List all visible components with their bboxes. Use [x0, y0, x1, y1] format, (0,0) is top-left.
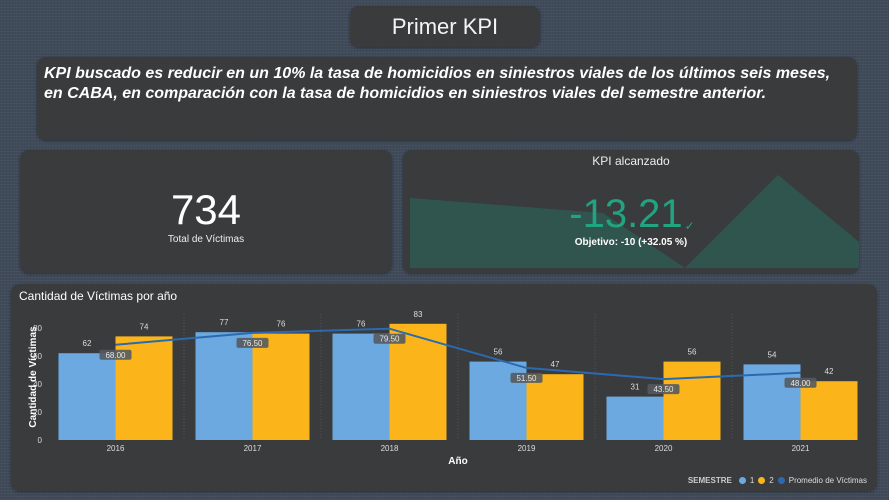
bar-series-1-2018 [332, 333, 390, 440]
bar-series-1-2016 [58, 353, 116, 440]
legend-label-series-1: 1 [749, 476, 755, 485]
y-tick-label: 60 [33, 352, 42, 361]
bar-series-2-2017 [252, 333, 310, 440]
bar-value-label: 74 [140, 322, 149, 331]
x-tick-label: 2020 [655, 444, 673, 453]
bar-series-2-2021 [800, 381, 858, 440]
bar-value-label: 54 [768, 350, 777, 359]
title-panel: Primer KPI [350, 6, 540, 47]
bar-series-2-2019 [526, 374, 584, 440]
kpi-goal: Objetivo: -10 (+32.05 %) [574, 237, 688, 248]
bar-series-2-2020 [663, 361, 721, 440]
legend-label-average-line: Promedio de Víctimas [788, 476, 867, 485]
x-axis-title: Año [448, 456, 467, 467]
description-panel: KPI buscado es reducir en un 10% la tasa… [37, 57, 857, 140]
bar-value-label: 77 [220, 318, 229, 327]
average-value-label: 68.00 [105, 351, 126, 360]
page-title: Primer KPI [391, 13, 499, 39]
bar-value-label: 83 [414, 310, 423, 319]
kpi-card[interactable]: KPI alcanzado -13.21 ✓ Objetivo: -10 (+32… [403, 150, 859, 273]
bar-value-label: 47 [551, 360, 560, 369]
average-value-label: 43.50 [653, 385, 674, 394]
x-tick-label: 2021 [792, 444, 810, 453]
bar-series-1-2020 [606, 396, 664, 440]
kpi-value-row: -13.21 ✓ [403, 192, 859, 236]
bar-series-1-2017 [195, 332, 253, 440]
kpi-value: -13.21 [569, 192, 683, 236]
kpi-title: KPI alcanzado [592, 154, 670, 168]
legend-dot-series-2 [758, 477, 766, 484]
victims-bar-chart[interactable]: Cantidad de Víctimas020406080Año62742016… [11, 284, 877, 491]
average-value-label: 48.00 [790, 379, 811, 388]
legend-title: SEMESTRE [687, 476, 732, 485]
legend-label-series-2: 2 [769, 476, 774, 485]
total-victims-value: 734 [170, 186, 242, 233]
average-value-label: 79.50 [379, 335, 400, 344]
bar-value-label: 31 [631, 383, 640, 392]
x-tick-label: 2016 [107, 444, 125, 453]
y-tick-label: 20 [33, 408, 42, 417]
bar-value-label: 56 [494, 348, 503, 357]
kpi-description: KPI buscado es reducir en un 10% la tasa… [44, 65, 831, 102]
y-tick-label: 0 [38, 436, 43, 445]
total-victims-label: Total de Víctimas [167, 234, 245, 245]
legend-dot-average-line [777, 477, 785, 484]
chart-legend: SEMESTRE 1 2 Promedio de Víctimas [688, 476, 867, 485]
y-tick-label: 40 [33, 380, 42, 389]
x-tick-label: 2017 [244, 444, 262, 453]
bar-value-label: 42 [825, 367, 834, 376]
x-tick-label: 2018 [381, 444, 399, 453]
x-tick-label: 2019 [518, 444, 536, 453]
check-icon: ✓ [684, 219, 695, 233]
bar-value-label: 76 [277, 320, 286, 329]
bar-value-label: 56 [688, 348, 697, 357]
average-value-label: 76.50 [242, 339, 263, 348]
victims-per-year-chart-card[interactable]: Cantidad de Víctimas por año Cantidad de… [11, 284, 877, 491]
bar-value-label: 62 [83, 339, 92, 348]
total-victims-card[interactable]: 734 Total de Víctimas [20, 150, 392, 273]
y-tick-label: 80 [33, 324, 42, 333]
legend-dot-series-1 [738, 477, 746, 484]
average-value-label: 51.50 [516, 374, 537, 383]
bar-value-label: 76 [357, 320, 366, 329]
